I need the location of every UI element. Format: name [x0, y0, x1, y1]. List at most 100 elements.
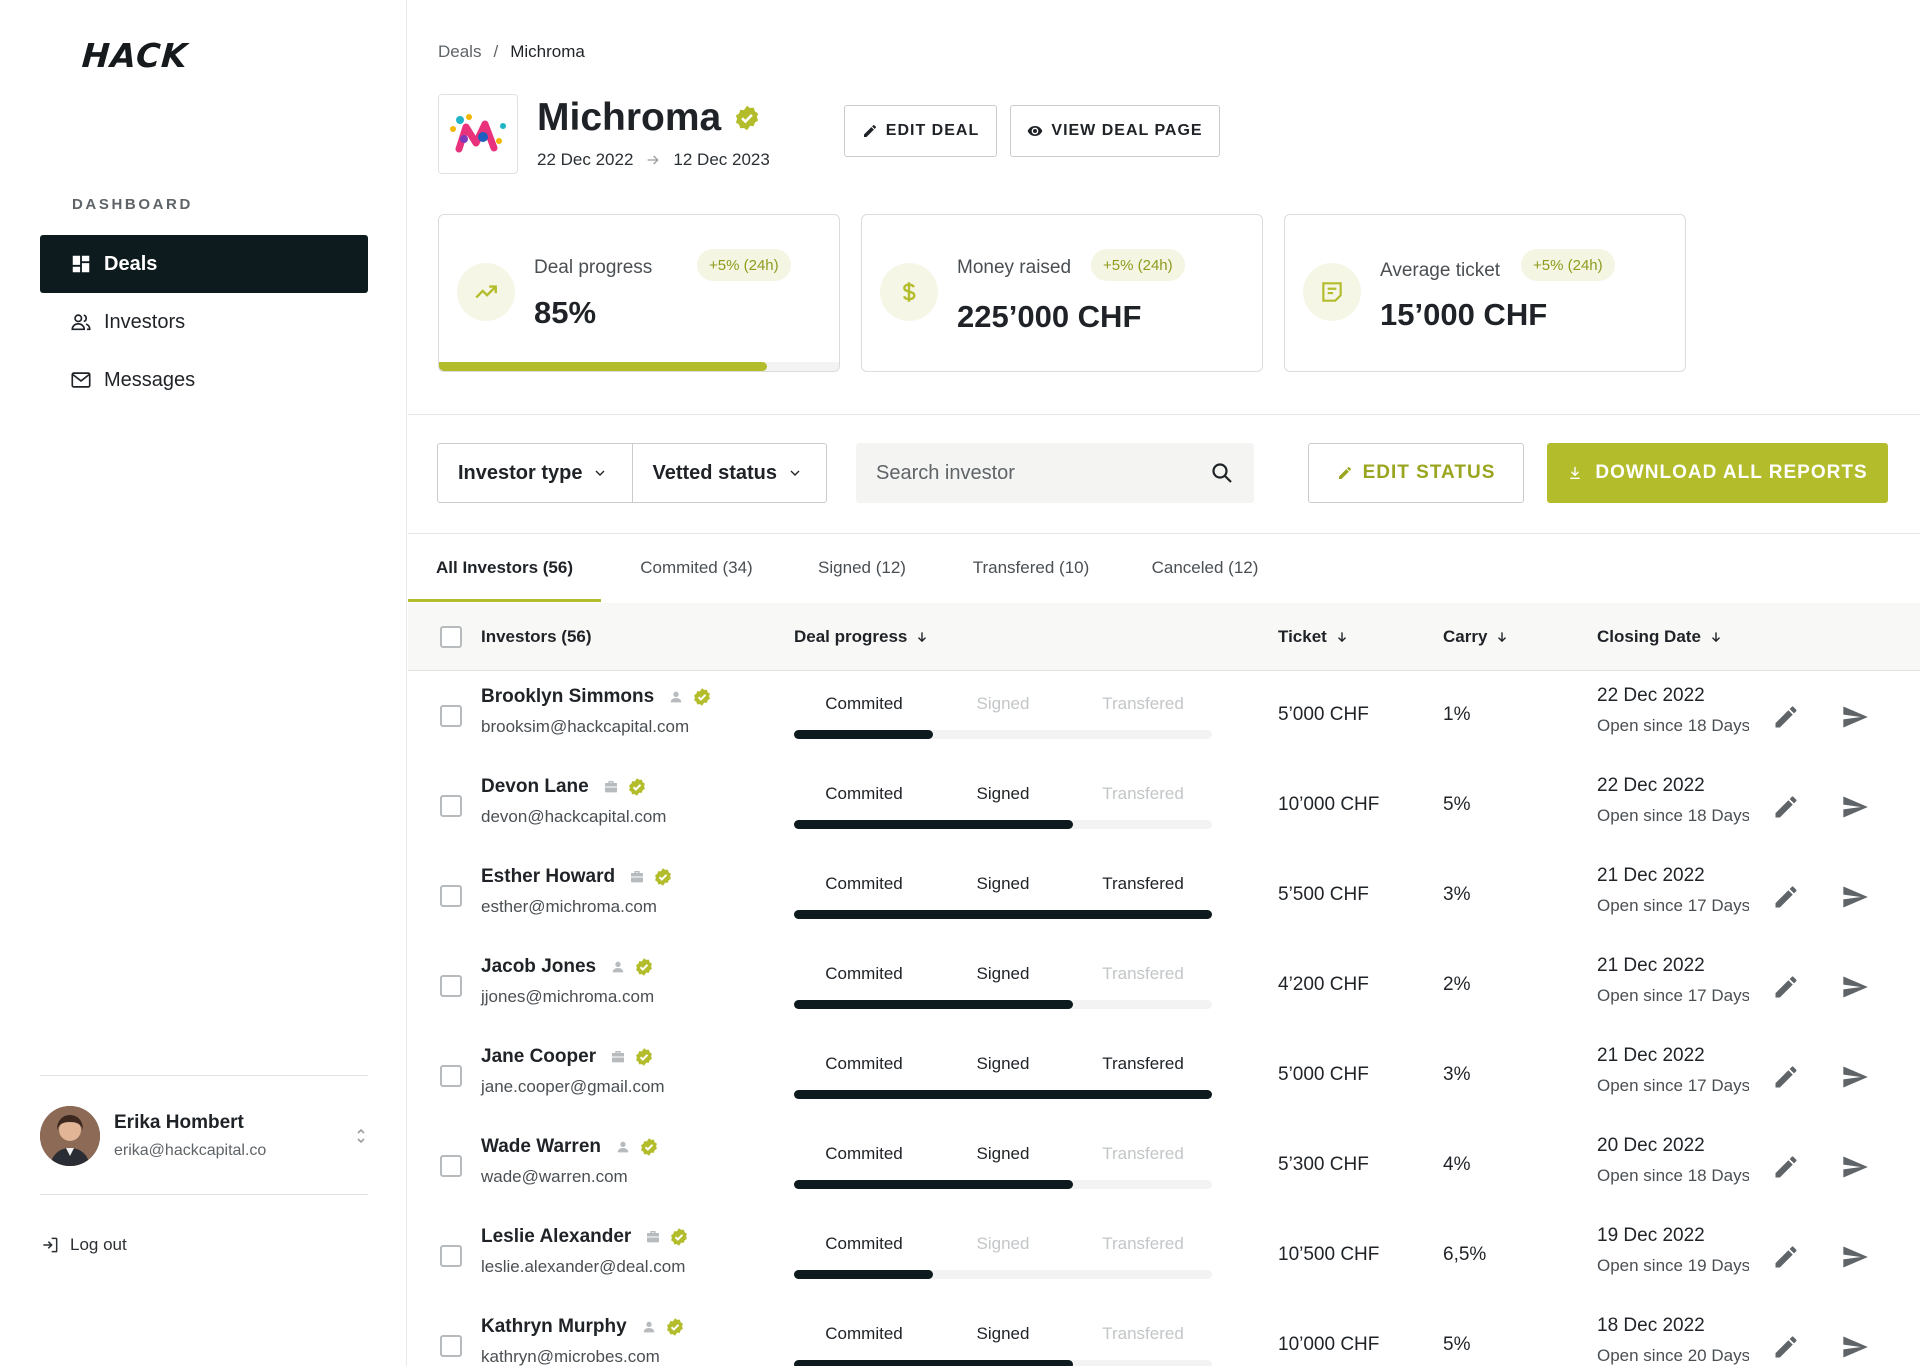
investor-name[interactable]: Wade Warren	[481, 1136, 659, 1158]
send-icon[interactable]	[1840, 1243, 1870, 1271]
table-row[interactable]: Leslie Alexander leslie.alexander@deal.co…	[408, 1212, 1920, 1302]
send-icon[interactable]	[1840, 1333, 1870, 1361]
tab-signed[interactable]: Signed (12)	[792, 534, 932, 602]
logout-label: Log out	[70, 1235, 127, 1254]
sidebar-item-investors[interactable]: Investors	[40, 293, 368, 351]
edit-pencil-icon[interactable]	[1772, 1153, 1800, 1181]
edit-deal-button[interactable]: EDIT DEAL	[844, 105, 997, 157]
send-icon[interactable]	[1840, 703, 1870, 731]
sidebar-item-deals[interactable]: Deals	[40, 235, 368, 293]
ticket-value: 5’500 CHF	[1278, 884, 1369, 905]
stat-badge: +5% (24h)	[697, 249, 791, 281]
header-ticket-label: Ticket	[1278, 627, 1327, 646]
stat-badge: +5% (24h)	[1521, 249, 1615, 281]
select-all-checkbox[interactable]	[440, 626, 462, 648]
edit-pencil-icon[interactable]	[1772, 883, 1800, 911]
closing-date: 22 Dec 2022	[1597, 685, 1705, 706]
send-icon[interactable]	[1840, 1153, 1870, 1181]
deal-start-date: 22 Dec 2022	[537, 150, 634, 169]
investor-name[interactable]: Kathryn Murphy	[481, 1316, 685, 1338]
download-all-reports-button[interactable]: DOWNLOAD ALL REPORTS	[1547, 443, 1888, 503]
carry-value: 3%	[1443, 884, 1471, 905]
send-icon[interactable]	[1840, 973, 1870, 1001]
filter-group: Investor type Vetted status	[437, 443, 827, 503]
unfold-icon[interactable]	[354, 1126, 368, 1146]
tab-commited[interactable]: Commited (34)	[601, 534, 792, 602]
stat-label: Average ticket	[1380, 260, 1501, 281]
stat-icon-circle	[880, 263, 938, 321]
send-icon[interactable]	[1840, 1063, 1870, 1091]
table-row[interactable]: Esther Howard esther@michroma.com Commited…	[408, 852, 1920, 942]
search-icon[interactable]	[1210, 461, 1234, 485]
investor-email: wade@warren.com	[481, 1167, 628, 1186]
arrow-down-icon	[1498, 632, 1507, 643]
stat-badge: +5% (24h)	[1091, 249, 1185, 281]
row-checkbox[interactable]	[440, 705, 462, 727]
search-input[interactable]	[876, 461, 1210, 485]
table-row[interactable]: Jacob Jones jjones@michroma.com Commited Si…	[408, 942, 1920, 1032]
send-icon[interactable]	[1840, 883, 1870, 911]
carry-value: 4%	[1443, 1154, 1471, 1175]
view-deal-page-button[interactable]: VIEW DEAL PAGE	[1010, 105, 1220, 157]
progress-step: Commited	[825, 964, 903, 983]
header-closing-date[interactable]: Closing Date	[1597, 603, 1723, 671]
table-row[interactable]: Kathryn Murphy kathryn@microbes.com Commit…	[408, 1302, 1920, 1366]
investor-name[interactable]: Esther Howard	[481, 866, 673, 888]
table-row[interactable]: Brooklyn Simmons brooksim@hackcapital.com…	[408, 672, 1920, 762]
edit-pencil-icon[interactable]	[1772, 1243, 1800, 1271]
user-card[interactable]: Erika Hombert erika@hackcapital.co	[40, 1104, 368, 1168]
tab-transfered[interactable]: Transfered (10)	[932, 534, 1130, 602]
logout-button[interactable]: Log out	[40, 1235, 127, 1255]
verified-icon	[694, 688, 711, 706]
row-checkbox[interactable]	[440, 1335, 462, 1357]
vetted-status-select[interactable]: Vetted status	[631, 444, 827, 502]
app-logo[interactable]: HACK	[81, 36, 190, 75]
investor-name[interactable]: Jacob Jones	[481, 956, 654, 978]
progress-fill	[794, 820, 1073, 829]
header-ticket[interactable]: Ticket	[1278, 603, 1349, 671]
open-since: Open since 20 Days	[1597, 1346, 1749, 1365]
header-deal-progress[interactable]: Deal progress	[794, 603, 929, 671]
edit-pencil-icon[interactable]	[1772, 1063, 1800, 1091]
ticket-value: 10’500 CHF	[1278, 1244, 1380, 1265]
stat-card-average-ticket: Average ticket +5% (24h) 15’000 CHF	[1284, 214, 1686, 372]
tab-all-investors[interactable]: All Investors (56)	[408, 534, 601, 602]
deal-progress-steps: Commited Signed Transfered	[794, 782, 1212, 832]
sidebar-item-label: Deals	[104, 252, 158, 275]
edit-pencil-icon[interactable]	[1772, 793, 1800, 821]
investor-name[interactable]: Jane Cooper	[481, 1046, 654, 1068]
investor-name[interactable]: Brooklyn Simmons	[481, 686, 712, 708]
breadcrumb-deals[interactable]: Deals	[438, 42, 481, 62]
table-row[interactable]: Devon Lane devon@hackcapital.com Commited S…	[408, 762, 1920, 852]
header-carry[interactable]: Carry	[1443, 603, 1509, 671]
edit-pencil-icon[interactable]	[1772, 973, 1800, 1001]
row-checkbox[interactable]	[440, 975, 462, 997]
row-checkbox[interactable]	[440, 1245, 462, 1267]
edit-status-button[interactable]: EDIT STATUS	[1308, 443, 1524, 503]
progress-fill	[794, 1090, 1212, 1099]
investor-name-label: Jacob Jones	[481, 956, 597, 977]
open-since: Open since 19 Days	[1597, 1256, 1749, 1275]
person-icon	[612, 961, 624, 973]
investor-name[interactable]: Devon Lane	[481, 776, 647, 798]
row-checkbox[interactable]	[440, 1155, 462, 1177]
ticket-value: 10’000 CHF	[1278, 1334, 1380, 1355]
edit-pencil-icon[interactable]	[1772, 1333, 1800, 1361]
sidebar-item-messages[interactable]: Messages	[40, 351, 368, 409]
investor-name-label: Wade Warren	[481, 1136, 602, 1157]
header-deal-progress-label: Deal progress	[794, 627, 908, 646]
edit-pencil-icon[interactable]	[1772, 703, 1800, 731]
table-row[interactable]: Jane Cooper jane.cooper@gmail.com Commited…	[408, 1032, 1920, 1122]
row-checkbox[interactable]	[440, 885, 462, 907]
send-icon[interactable]	[1840, 793, 1870, 821]
tab-canceled[interactable]: Canceled (12)	[1130, 534, 1280, 602]
divider	[40, 1075, 368, 1076]
row-checkbox[interactable]	[440, 1065, 462, 1087]
closing-date: 18 Dec 2022	[1597, 1315, 1705, 1336]
investor-name[interactable]: Leslie Alexander	[481, 1226, 689, 1248]
investor-type-select[interactable]: Investor type	[438, 444, 632, 502]
progress-step: Transfered	[1102, 874, 1184, 893]
row-checkbox[interactable]	[440, 795, 462, 817]
table-row[interactable]: Wade Warren wade@warren.com Commited Signed…	[408, 1122, 1920, 1212]
carry-value: 6,5%	[1443, 1244, 1487, 1265]
